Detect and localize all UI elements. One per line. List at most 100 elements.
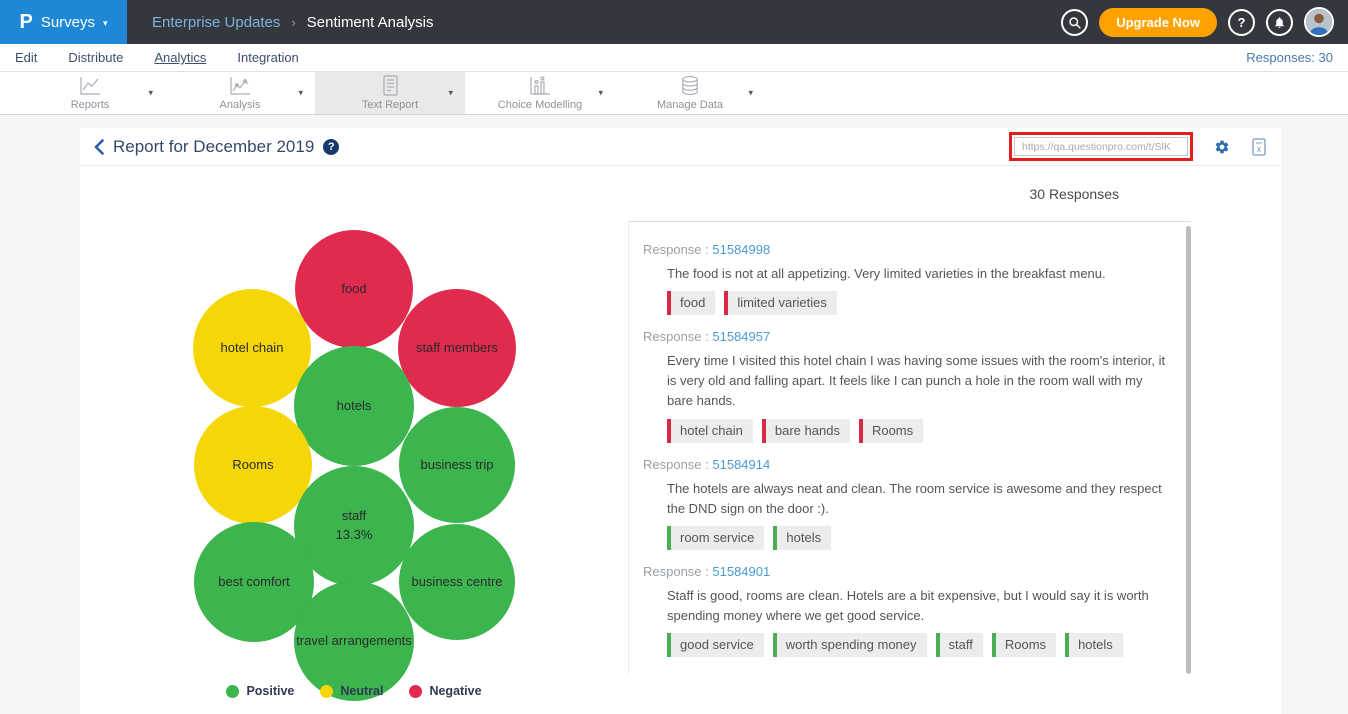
response-text: The food is not at all appetizing. Very … (667, 264, 1172, 284)
app-window: P Surveys ▾ Enterprise Updates › Sentime… (0, 0, 1348, 714)
back-button[interactable] (94, 139, 104, 155)
share-url-input[interactable] (1014, 137, 1188, 156)
responses-scroll-container: Response : 51584998 The food is not at al… (628, 221, 1191, 674)
report-header: Report for December 2019 ? x (80, 128, 1281, 166)
response-id-link[interactable]: 51584998 (712, 242, 770, 257)
bubble-rooms[interactable]: Rooms (194, 406, 312, 524)
keyword-tag-good-service: good service (667, 633, 764, 657)
survey-menu-bar: Edit Distribute Analytics Integration Respo… (0, 44, 1348, 72)
responses-panel: 30 Responses Response : 51584998The food… (628, 166, 1191, 714)
svg-text:x: x (1257, 144, 1262, 154)
bubble-business-trip[interactable]: business trip (399, 407, 515, 523)
response-id-link[interactable]: 51584895 (712, 671, 770, 674)
bubble-label: best comfort (218, 573, 290, 592)
bubble-label: business trip (421, 456, 494, 475)
response-id-link[interactable]: 51584914 (712, 457, 770, 472)
report-help-button[interactable]: ? (323, 139, 339, 155)
response-id-row: Response : 51584895 (643, 671, 1191, 674)
gear-icon (1214, 139, 1230, 155)
share-url-highlight (1009, 132, 1193, 161)
breadcrumb-current: Sentiment Analysis (307, 14, 434, 31)
response-tags: foodlimited varieties (667, 291, 1191, 315)
response-id-row: Response : 51584901 (643, 564, 1191, 579)
keyword-tag-hotels: hotels (1065, 633, 1123, 657)
notifications-button[interactable] (1266, 9, 1293, 36)
bubble-business-centre[interactable]: business centre (399, 524, 515, 640)
chevron-down-icon[interactable]: ▾ (298, 88, 303, 99)
legend-label: Positive (246, 684, 294, 698)
bell-icon (1273, 16, 1286, 29)
response-item: Response : 51584914 The hotels are always… (643, 457, 1191, 550)
toolbar-item-label: Analysis (220, 99, 261, 111)
legend-dot-icon (409, 685, 422, 698)
response-list: Response : 51584998 The food is not at al… (643, 242, 1191, 674)
toolbar-item-label: Choice Modelling (498, 99, 582, 111)
legend-label: Neutral (340, 684, 383, 698)
page-title: Report for December 2019 (113, 137, 314, 157)
responses-count[interactable]: Responses: 30 (1246, 50, 1333, 65)
bubble-hotels[interactable]: hotels (294, 346, 414, 466)
response-id-row: Response : 51584914 (643, 457, 1191, 472)
export-excel-button[interactable]: x (1251, 138, 1267, 156)
search-button[interactable] (1061, 9, 1088, 36)
breadcrumb-separator: › (291, 15, 295, 30)
response-item: Response : 51584895 (643, 671, 1191, 674)
bubble-food[interactable]: food (295, 230, 413, 348)
avatar-photo (1306, 9, 1332, 35)
response-id-row: Response : 51584998 (643, 242, 1191, 257)
help-button[interactable]: ? (1228, 9, 1255, 36)
keyword-tag-limited-varieties: limited varieties (724, 291, 837, 315)
toolbar-item-manage-data[interactable]: Manage Data ▾ (615, 72, 765, 114)
response-label: Response : (643, 671, 712, 674)
bubble-label: travel arrangements (296, 632, 412, 651)
toolbar-item-reports[interactable]: Reports▾ (15, 72, 165, 114)
bubble-staff-members[interactable]: staff members (398, 289, 516, 407)
menu-item-analytics[interactable]: Analytics (154, 50, 206, 65)
bubble-label: hotel chain (221, 339, 284, 358)
upgrade-now-button[interactable]: Upgrade Now (1099, 8, 1217, 37)
menu-item-edit[interactable]: Edit (15, 50, 37, 65)
text-report-icon (378, 75, 402, 97)
chevron-down-icon[interactable]: ▾ (748, 88, 753, 99)
legend-item-neutral: Neutral (320, 684, 383, 698)
search-icon (1068, 16, 1081, 29)
toolbar-item-text-report[interactable]: Text Report ▾ (315, 72, 465, 114)
menu-item-distribute[interactable]: Distribute (68, 50, 123, 65)
questionpro-logo: P (19, 11, 32, 34)
response-tags: hotel chainbare handsRooms (667, 419, 1191, 443)
response-text: Staff is good, rooms are clean. Hotels a… (667, 586, 1172, 626)
toolbar-item-label: Manage Data (657, 99, 723, 111)
bubble-label: Rooms (232, 456, 273, 475)
sentiment-bubble-chart: food hotel chain staff membershotels Rooms b… (80, 166, 640, 714)
chart-legend: PositiveNeutralNegative (80, 684, 628, 698)
toolbar-item-analysis[interactable]: Analysis ▾ (165, 72, 315, 114)
response-text: The hotels are always neat and clean. Th… (667, 479, 1172, 519)
chevron-down-icon[interactable]: ▾ (448, 88, 453, 99)
keyword-tag-room-service: room service (667, 526, 764, 550)
scrollbar[interactable] (1186, 226, 1191, 674)
response-id-row: Response : 51584957 (643, 329, 1191, 344)
response-item: Response : 51584957 Every time I visited … (643, 329, 1191, 442)
breadcrumb-folder[interactable]: Enterprise Updates (152, 14, 280, 31)
toolbar-item-choice-modelling[interactable]: Choice Modelling ▾ (465, 72, 615, 114)
bubble-label: staff (342, 507, 366, 526)
product-switcher[interactable]: P Surveys ▾ (0, 0, 127, 44)
menu-item-integration[interactable]: Integration (237, 50, 298, 65)
legend-dot-icon (226, 685, 239, 698)
response-item: Response : 51584901 Staff is good, rooms … (643, 564, 1191, 657)
bubble-travel-arrangements[interactable]: travel arrangements (294, 581, 414, 701)
top-navigation-bar: P Surveys ▾ Enterprise Updates › Sentime… (0, 0, 1348, 44)
report-settings-button[interactable] (1214, 139, 1230, 155)
response-id-link[interactable]: 51584957 (712, 329, 770, 344)
toolbar-item-label: Text Report (362, 99, 418, 111)
user-avatar[interactable] (1304, 7, 1334, 37)
menu-items: Edit Distribute Analytics Integration (15, 50, 330, 65)
product-name: Surveys (41, 14, 95, 31)
chevron-down-icon[interactable]: ▾ (148, 88, 153, 99)
report-header-actions: x (1009, 132, 1267, 161)
response-id-link[interactable]: 51584901 (712, 564, 770, 579)
chevron-down-icon[interactable]: ▾ (598, 88, 603, 99)
response-text: Every time I visited this hotel chain I … (667, 351, 1172, 411)
bubble-percentage: 13.3% (336, 526, 373, 545)
bubble-hotel-chain[interactable]: hotel chain (193, 289, 311, 407)
